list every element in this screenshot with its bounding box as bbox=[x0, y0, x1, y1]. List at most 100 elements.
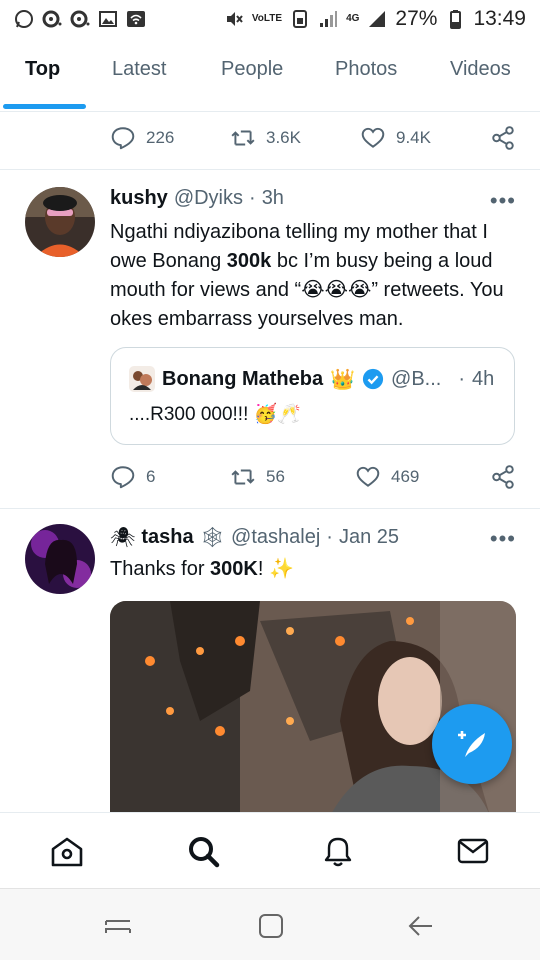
retweet-button[interactable]: 3.6K bbox=[230, 118, 301, 158]
party-emoji: 🥳🥂 bbox=[253, 404, 301, 425]
retweet-icon bbox=[231, 130, 255, 146]
separator: · bbox=[326, 526, 333, 548]
avatar[interactable] bbox=[25, 524, 95, 594]
divider bbox=[0, 508, 540, 509]
search-icon bbox=[189, 837, 220, 868]
tweet-text: Ngathi ndiyazibona telling my mother tha… bbox=[110, 218, 520, 334]
tab-top[interactable]: Top bbox=[25, 58, 60, 81]
prev-tweet-actions: 226 3.6K 9.4K bbox=[110, 118, 520, 158]
verified-badge-icon bbox=[362, 368, 384, 390]
quote-header: Bonang Matheba 👑 @B... · 4h bbox=[129, 366, 494, 392]
like-count: 469 bbox=[391, 467, 420, 486]
quote-display-name: Bonang Matheba bbox=[162, 367, 324, 390]
wifi-box-icon bbox=[127, 11, 145, 27]
quote-text-body: ....R300 000!!! bbox=[129, 404, 249, 425]
app-notification-icon-2 bbox=[70, 10, 90, 28]
share-icon bbox=[492, 465, 514, 489]
nav-home-button[interactable] bbox=[49, 833, 85, 869]
reply-icon bbox=[111, 466, 135, 489]
mute-icon bbox=[226, 12, 243, 26]
tweet-header: 🕷 tasha 🕸 @tashalej · Jan 25 bbox=[110, 525, 399, 550]
heart-icon bbox=[356, 466, 380, 487]
messages-icon bbox=[457, 838, 489, 864]
back-button[interactable] bbox=[406, 911, 436, 941]
retweet-count: 3.6K bbox=[266, 128, 301, 147]
divider bbox=[0, 169, 540, 170]
more-options-button[interactable]: ••• bbox=[490, 188, 516, 214]
data-saver-icon bbox=[293, 10, 308, 28]
gallery-icon bbox=[99, 11, 117, 27]
heart-icon bbox=[361, 127, 385, 148]
signal-icon-2 bbox=[369, 11, 386, 27]
system-navigation-bar bbox=[0, 888, 540, 960]
timestamp[interactable]: Jan 25 bbox=[339, 526, 399, 549]
quote-text: ....R300 000!!! 🥳🥂 bbox=[129, 402, 301, 426]
handle[interactable]: @Dyiks bbox=[174, 187, 243, 210]
more-options-button[interactable]: ••• bbox=[490, 526, 516, 552]
status-bar-notifications bbox=[14, 9, 146, 29]
like-count: 9.4K bbox=[396, 128, 431, 147]
tweet-header: kushy @Dyiks · 3h bbox=[110, 187, 284, 210]
compose-feather-icon bbox=[458, 731, 485, 757]
battery-icon bbox=[450, 10, 462, 29]
crying-emoji: 😭😭😭 bbox=[301, 279, 372, 301]
tweet-text-segment: Thanks for bbox=[110, 558, 211, 580]
quote-timestamp: 4h bbox=[472, 367, 495, 390]
home-system-icon bbox=[259, 914, 283, 938]
home-system-button[interactable] bbox=[256, 911, 286, 941]
tweet-actions: 6 56 469 bbox=[110, 457, 520, 497]
compose-tweet-button[interactable] bbox=[432, 704, 512, 784]
share-button[interactable] bbox=[490, 118, 516, 158]
recent-apps-button[interactable] bbox=[103, 911, 133, 941]
tab-videos[interactable]: Videos bbox=[450, 58, 511, 81]
retweet-icon bbox=[231, 469, 255, 485]
display-name[interactable]: tasha bbox=[141, 526, 193, 549]
nav-search-button[interactable] bbox=[185, 833, 221, 869]
tweet-text: Thanks for 300K! ✨ bbox=[110, 555, 520, 584]
spiderweb-emoji: 🕸 bbox=[199, 527, 226, 549]
tab-latest[interactable]: Latest bbox=[112, 58, 166, 81]
tab-photos[interactable]: Photos bbox=[335, 58, 397, 81]
sparkles-emoji: ✨ bbox=[268, 558, 294, 580]
reply-count: 6 bbox=[146, 467, 156, 486]
status-bar: VoLTE 4G 27% 13:49 bbox=[0, 0, 540, 38]
separator: · bbox=[249, 187, 256, 209]
avatar-image bbox=[25, 187, 95, 257]
like-button[interactable]: 9.4K bbox=[360, 118, 431, 158]
volte-label: VoLTE bbox=[251, 13, 283, 24]
tab-people[interactable]: People bbox=[221, 58, 283, 81]
share-button[interactable] bbox=[490, 457, 516, 497]
active-tab-indicator bbox=[3, 104, 86, 109]
avatar-image bbox=[25, 524, 95, 594]
quoted-tweet[interactable]: Bonang Matheba 👑 @B... · 4h ....R300 000… bbox=[110, 347, 515, 445]
network-type: 4G bbox=[346, 13, 360, 24]
home-icon bbox=[51, 837, 83, 867]
avatar[interactable] bbox=[25, 187, 95, 257]
back-icon bbox=[408, 916, 432, 936]
bottom-navigation bbox=[0, 812, 540, 888]
tweet-text-segment: ! bbox=[257, 558, 269, 580]
retweet-button[interactable]: 56 bbox=[230, 457, 285, 497]
share-icon bbox=[492, 126, 514, 150]
display-name[interactable]: kushy bbox=[110, 187, 168, 210]
clock: 13:49 bbox=[473, 7, 526, 30]
reply-button[interactable]: 226 bbox=[110, 118, 174, 158]
like-button[interactable]: 469 bbox=[355, 457, 419, 497]
handle[interactable]: @tashalej bbox=[231, 526, 320, 549]
signal-icon bbox=[320, 11, 338, 27]
reply-icon bbox=[111, 127, 135, 150]
timestamp[interactable]: 3h bbox=[262, 187, 284, 210]
battery-percent: 27% bbox=[395, 7, 438, 30]
reply-count: 226 bbox=[146, 128, 175, 147]
nav-notifications-button[interactable] bbox=[320, 833, 356, 869]
whatsapp-icon bbox=[15, 10, 33, 28]
quote-separator: · bbox=[458, 367, 466, 390]
search-tabs: Top Latest People Photos Videos bbox=[0, 38, 540, 112]
tweet-text-bold: 300k bbox=[226, 250, 272, 272]
reply-button[interactable]: 6 bbox=[110, 457, 155, 497]
retweet-count: 56 bbox=[266, 467, 285, 486]
tweet-text-bold: 300K bbox=[210, 558, 258, 580]
quote-avatar bbox=[129, 366, 155, 392]
nav-messages-button[interactable] bbox=[455, 833, 491, 869]
app-notification-icon bbox=[42, 10, 62, 28]
